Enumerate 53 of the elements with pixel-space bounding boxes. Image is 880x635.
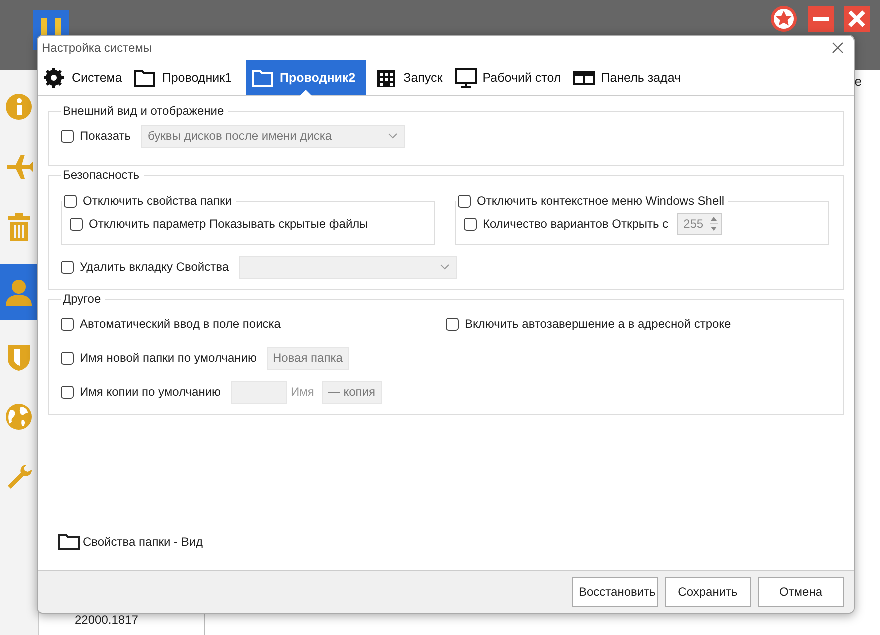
- checkbox[interactable]: [458, 194, 471, 208]
- building-icon: [376, 68, 398, 88]
- checkbox[interactable]: [70, 218, 83, 230]
- menu-label[interactable]: e: [854, 74, 862, 89]
- close-icon[interactable]: [832, 42, 844, 54]
- tab[interactable]: Проводник1: [132, 60, 242, 95]
- group-title: Другое: [62, 292, 102, 306]
- group-title: Внешний вид и отображение: [62, 104, 226, 118]
- chevron-down-icon: [388, 133, 398, 139]
- spinner-arrows-icon[interactable]: [710, 216, 718, 232]
- folder-icon: [58, 533, 80, 550]
- dropdown[interactable]: буквы дисков после имени диска: [141, 124, 406, 148]
- checkbox[interactable]: [61, 318, 74, 330]
- field-caption: Имя: [291, 385, 314, 399]
- checkbox-label[interactable]: Показать: [80, 129, 132, 143]
- close-icon[interactable]: [844, 6, 870, 32]
- dialog-button[interactable]: Восстановить: [572, 577, 658, 607]
- checkbox[interactable]: [61, 130, 74, 142]
- checkbox[interactable]: [64, 194, 77, 208]
- folder-icon: [134, 68, 156, 88]
- checkbox-label[interactable]: Имя копии по умолчанию: [80, 385, 222, 399]
- tab[interactable]: Система: [42, 60, 132, 95]
- checkbox-label[interactable]: Автоматический ввод в поле поиска: [80, 317, 281, 331]
- folder-options-link[interactable]: Свойства папки - Вид: [83, 534, 204, 548]
- checkbox[interactable]: [61, 386, 74, 398]
- checkbox-label[interactable]: Отключить параметр Показывать скрытые файлы: [89, 217, 368, 231]
- checkbox[interactable]: [61, 260, 74, 274]
- checkbox-label[interactable]: Отключить контекстное меню Windows Shell: [477, 194, 724, 208]
- tab[interactable]: Панель задач: [571, 60, 692, 95]
- gear-icon: [44, 68, 66, 88]
- tab[interactable]: Проводник2: [246, 60, 366, 95]
- checkbox[interactable]: [61, 352, 74, 364]
- dialog-button[interactable]: Сохранить: [665, 577, 751, 607]
- tab[interactable]: Рабочий стол: [452, 60, 572, 95]
- checkbox[interactable]: [446, 318, 459, 330]
- tab[interactable]: Запуск: [374, 60, 453, 95]
- monitor-icon: [454, 68, 477, 88]
- folder-icon: [252, 68, 274, 88]
- dialog-button[interactable]: Отмена: [758, 577, 844, 607]
- group-title: Безопасность: [62, 168, 141, 182]
- text-field[interactable]: — копия: [322, 380, 382, 404]
- text-field[interactable]: Новая папка: [266, 346, 349, 370]
- checkbox-label[interactable]: Количество вариантов Открыть с: [483, 217, 669, 231]
- checkbox-label[interactable]: Удалить вкладку Свойства: [80, 260, 229, 274]
- minimize-icon[interactable]: [808, 6, 834, 32]
- dialog-title: Настройка системы: [42, 41, 152, 55]
- checkbox-label[interactable]: Отключить свойства папки: [83, 194, 232, 208]
- version-label: 22000.1817: [75, 613, 138, 627]
- checkbox-label[interactable]: Включить автозавершение а в адресной строке: [465, 317, 732, 331]
- checkbox[interactable]: [464, 218, 477, 230]
- checkbox-label[interactable]: Имя новой папки по умолчанию: [80, 351, 257, 365]
- chevron-down-icon: [440, 264, 450, 270]
- text-field[interactable]: [231, 380, 288, 404]
